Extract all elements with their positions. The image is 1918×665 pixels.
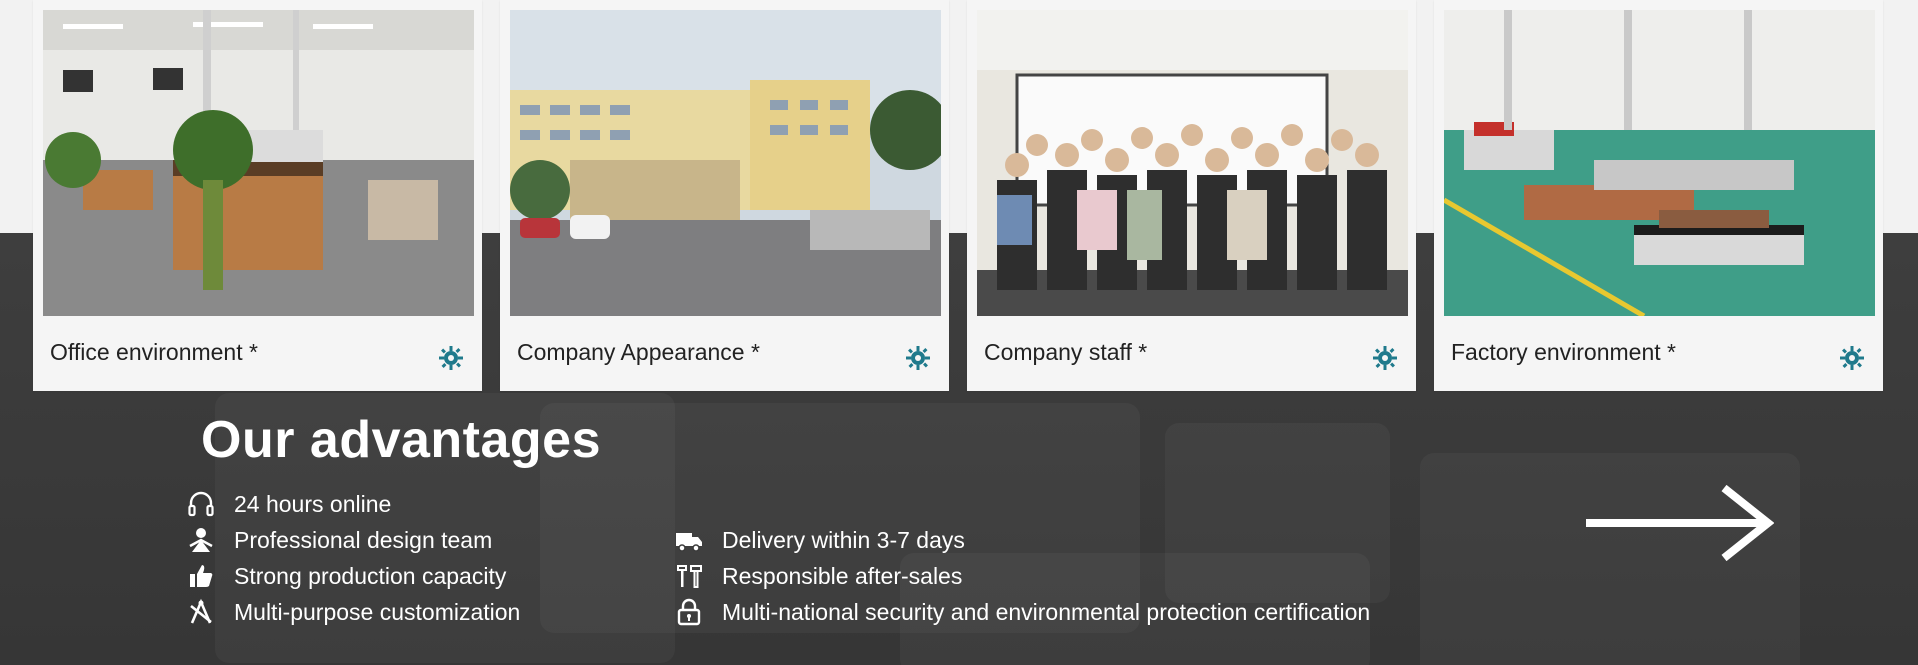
advantage-item: 24 hours online bbox=[186, 488, 391, 520]
wrench-icon bbox=[674, 561, 704, 591]
headphones-icon bbox=[186, 489, 216, 519]
tools-icon bbox=[186, 597, 216, 627]
card-caption: Company staff * bbox=[984, 339, 1148, 365]
card-caption: Office environment * bbox=[50, 339, 258, 365]
card-caption: Company Appearance * bbox=[517, 339, 760, 365]
gear-icon[interactable] bbox=[1372, 345, 1398, 371]
advantage-label: Multi-purpose customization bbox=[234, 598, 521, 625]
company-staff-photo bbox=[977, 10, 1408, 316]
designer-icon bbox=[186, 525, 216, 555]
advantage-label: Responsible after-sales bbox=[722, 562, 963, 589]
section-title: Our advantages bbox=[201, 411, 602, 469]
advantage-label: Professional design team bbox=[234, 526, 493, 553]
truck-icon bbox=[674, 525, 704, 555]
advantage-item: Delivery within 3-7 days bbox=[674, 524, 965, 556]
gear-icon[interactable] bbox=[438, 345, 464, 371]
thumbs-up-icon bbox=[186, 561, 216, 591]
office-photo bbox=[43, 10, 474, 316]
advantage-item: Multi-national security and environmenta… bbox=[674, 596, 1370, 628]
advantage-label: 24 hours online bbox=[234, 490, 392, 517]
advantage-item: Professional design team bbox=[186, 524, 492, 556]
gallery-card-factory[interactable]: Factory environment * bbox=[1434, 0, 1883, 391]
advantage-item: Responsible after-sales bbox=[674, 560, 962, 592]
gallery-card-appearance[interactable]: Company Appearance * bbox=[500, 0, 949, 391]
gallery-card-office[interactable]: Office environment * bbox=[33, 0, 482, 391]
arrow-right-icon[interactable] bbox=[1584, 485, 1774, 561]
gear-icon[interactable] bbox=[1839, 345, 1865, 371]
lock-icon bbox=[674, 597, 704, 627]
advantage-label: Multi-national security and environmenta… bbox=[722, 598, 1371, 625]
advantage-label: Strong production capacity bbox=[234, 562, 507, 589]
company-appearance-photo bbox=[510, 10, 941, 316]
advantage-item: Strong production capacity bbox=[186, 560, 506, 592]
gear-icon[interactable] bbox=[905, 345, 931, 371]
advantage-item: Multi-purpose customization bbox=[186, 596, 520, 628]
gallery-card-staff[interactable]: Company staff * bbox=[967, 0, 1416, 391]
card-caption: Factory environment * bbox=[1451, 339, 1676, 365]
factory-photo bbox=[1444, 10, 1875, 316]
advantage-label: Delivery within 3-7 days bbox=[722, 526, 965, 553]
